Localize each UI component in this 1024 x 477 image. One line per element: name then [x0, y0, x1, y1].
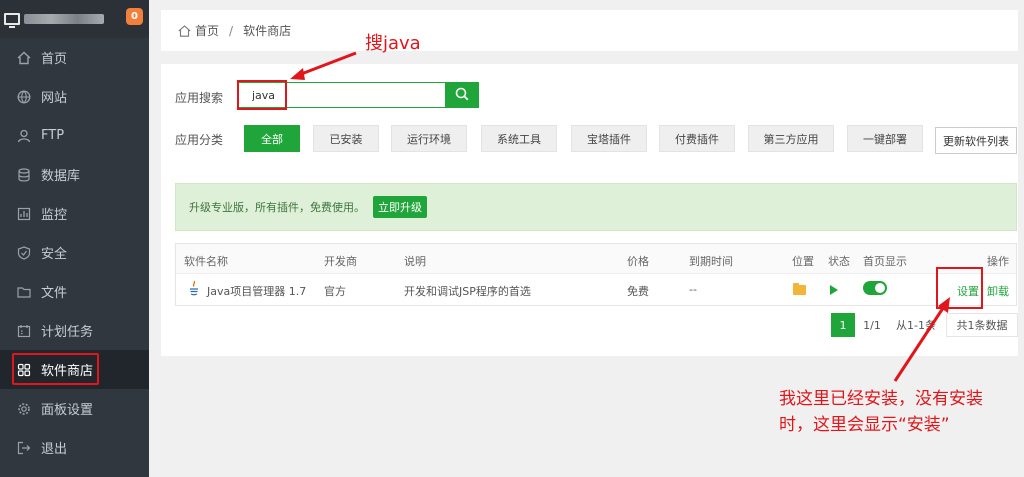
software-price: 免费 [627, 285, 649, 298]
annotation-highlight-box [936, 267, 983, 309]
sidebar-item-label: FTP [41, 128, 65, 143]
folder-icon [17, 285, 31, 299]
software-name: Java项目管理器 1.7 [207, 285, 307, 298]
software-expiry: -- [689, 283, 697, 296]
category-label: 应用分类 [175, 133, 224, 147]
sidebar-item-label: 首页 [41, 52, 68, 67]
calendar-icon [17, 324, 31, 338]
upgrade-banner-text: 升级专业版，所有插件，免费使用。 [189, 201, 365, 214]
upgrade-banner: 升级专业版，所有插件，免费使用。 立即升级 [175, 183, 1017, 231]
category-third-party-button[interactable]: 第三方应用 [748, 125, 834, 152]
database-icon [17, 167, 31, 182]
column-header: 位置 [792, 255, 814, 268]
annotation-highlight-box [12, 353, 99, 385]
category-paid-plugins-button[interactable]: 付费插件 [659, 125, 735, 152]
column-header: 软件名称 [184, 255, 228, 268]
globe-icon [17, 90, 31, 104]
open-folder-icon[interactable] [793, 283, 806, 295]
column-header: 说明 [404, 255, 426, 268]
column-header: 首页显示 [863, 255, 907, 268]
category-one-click-deploy-button[interactable]: 一键部署 [847, 125, 923, 152]
search-label: 应用搜索 [175, 91, 224, 105]
sidebar-item-label: 计划任务 [41, 325, 94, 340]
pagination-pages: 1/1 [857, 313, 887, 337]
column-header: 开发商 [324, 255, 357, 268]
pagination-total: 共1条数据 [946, 313, 1018, 337]
sidebar-item-label: 安全 [41, 247, 68, 262]
sidebar-item-monitor[interactable]: 监控 [0, 194, 149, 233]
sidebar-item-label: 网站 [41, 91, 68, 106]
category-bt-plugins-button[interactable]: 宝塔插件 [571, 125, 647, 152]
sidebar-header: 0 [0, 0, 149, 38]
play-icon [830, 285, 838, 295]
monitor-icon [4, 13, 20, 28]
sidebar-item-label: 退出 [41, 442, 68, 457]
pagination-current-page[interactable]: 1 [831, 313, 855, 337]
category-installed-button[interactable]: 已安装 [313, 125, 379, 152]
ftp-icon [17, 129, 31, 143]
sidebar-item-cron[interactable]: 计划任务 [0, 311, 149, 350]
software-description: 开发和调试JSP程序的首选 [404, 285, 531, 298]
server-name-blurred [24, 14, 104, 24]
sidebar-item-security[interactable]: 安全 [0, 233, 149, 272]
sidebar-item-database[interactable]: 数据库 [0, 155, 149, 194]
home-icon [17, 51, 31, 65]
logout-icon [17, 441, 31, 455]
software-table: 软件名称 开发商 说明 价格 到期时间 位置 状态 首页显示 操作 Java项目… [175, 243, 1017, 309]
breadcrumb-home-link[interactable]: 首页 [195, 22, 219, 39]
category-all-button[interactable]: 全部 [244, 125, 300, 152]
annotation-highlight-box [237, 80, 287, 110]
breadcrumb-current: 软件商店 [243, 24, 292, 38]
breadcrumb: 首页 / 软件商店 [161, 10, 1018, 51]
breadcrumb-separator: / [229, 23, 234, 38]
sidebar-item-label: 监控 [41, 208, 68, 223]
refresh-software-list-button[interactable]: 更新软件列表 [935, 127, 1017, 154]
column-header: 状态 [828, 255, 850, 268]
sidebar-item-label: 数据库 [41, 169, 81, 184]
sidebar-item-label: 面板设置 [41, 403, 94, 418]
sidebar-item-website[interactable]: 网站 [0, 77, 149, 116]
category-system-tools-button[interactable]: 系统工具 [481, 125, 557, 152]
column-header: 到期时间 [689, 255, 733, 268]
sidebar-item-settings[interactable]: 面板设置 [0, 389, 149, 428]
sidebar-item-label: 文件 [41, 286, 68, 301]
pagination-range: 从1-1条 [890, 313, 942, 337]
java-icon [188, 280, 200, 296]
category-runtime-button[interactable]: 运行环境 [391, 125, 467, 152]
software-developer: 官方 [324, 285, 346, 298]
annotation-search-note: 搜java [365, 33, 421, 54]
monitor-icon [17, 207, 31, 221]
sidebar-item-files[interactable]: 文件 [0, 272, 149, 311]
sidebar-item-home[interactable]: 首页 [0, 38, 149, 77]
sidebar-item-logout[interactable]: 退出 [0, 428, 149, 467]
column-header: 操作 [987, 255, 1009, 268]
sidebar: 0 首页 网站 FTP 数据库 监控 安全 文件 计划任务 软件商店 面板设置 [0, 0, 149, 477]
upgrade-now-button[interactable]: 立即升级 [373, 196, 427, 218]
uninstall-link[interactable]: 卸载 [987, 283, 1009, 299]
column-header: 价格 [627, 255, 649, 268]
gear-icon [17, 402, 31, 416]
shield-icon [17, 245, 31, 260]
notification-badge[interactable]: 0 [126, 8, 143, 25]
search-icon [455, 86, 469, 105]
software-store-panel: 应用搜索 应用分类 全部 已安装 运行环境 系统工具 宝塔插件 付费插件 第三方… [161, 64, 1018, 356]
sidebar-item-ftp[interactable]: FTP [0, 116, 149, 155]
annotation-install-note: 我这里已经安装，没有安装时，这里会显示“安装” [779, 389, 983, 435]
search-button[interactable] [445, 82, 479, 108]
homepage-display-toggle[interactable] [863, 281, 887, 295]
home-icon [178, 24, 191, 37]
